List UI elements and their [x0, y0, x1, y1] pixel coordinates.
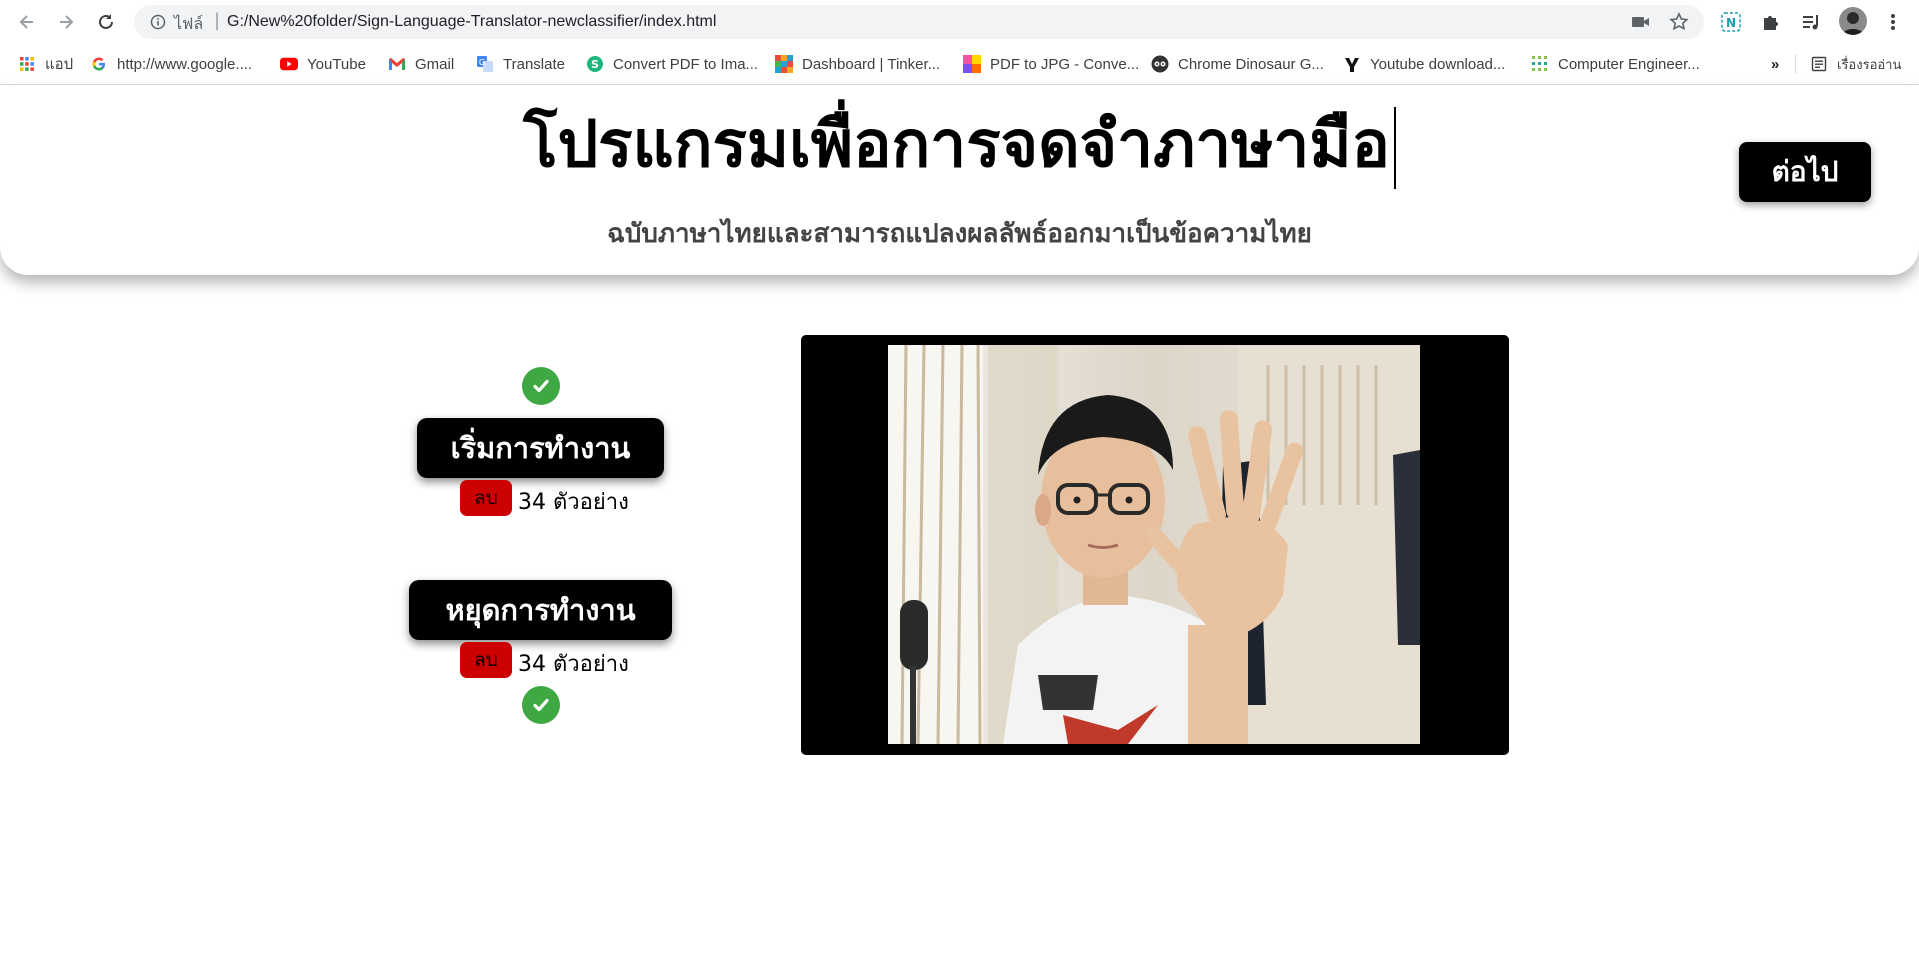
page-subtitle: ฉบับภาษาไทยและสามารถแปลงผลลัพธ์ออกมาเป็น…	[607, 219, 1312, 249]
svg-text:N: N	[1726, 16, 1736, 30]
forward-button[interactable]	[51, 8, 81, 36]
page-title-text: โปรแกรมเพื่อการจดจำภาษามือ	[523, 108, 1390, 182]
arrow-right-icon	[60, 15, 74, 29]
info-icon[interactable]	[150, 14, 166, 34]
svg-text:S: S	[591, 58, 599, 71]
reload-icon	[99, 14, 113, 29]
extension-n-icon[interactable]: N	[1718, 9, 1744, 35]
address-bar[interactable]: ไฟล์ | G:/New%20folder/Sign-Language-Tra…	[134, 5, 1704, 39]
url-scheme-label: ไฟล์	[174, 14, 204, 33]
google-icon	[90, 55, 108, 73]
bookmarks-bar: แอป http://www.google.... YouTube Gmail …	[0, 44, 1919, 85]
menu-kebab-icon[interactable]	[1880, 9, 1906, 35]
stop-button[interactable]: หยุดการทำงาน	[409, 580, 672, 640]
reload-button[interactable]	[91, 8, 121, 36]
gmail-icon	[388, 55, 406, 73]
reading-list-label: เรื่องรออ่าน	[1837, 56, 1902, 72]
apps-grid-icon	[18, 55, 36, 73]
bookmark-label: YouTube	[307, 55, 366, 73]
text-caret	[1393, 107, 1396, 190]
bookmark-label: Gmail	[415, 55, 455, 73]
bookmark-pdf-to-jpg[interactable]: PDF to JPG - Conve...	[963, 52, 1139, 76]
page-header: โปรแกรมเพื่อการจดจำภาษามือ ฉบับภาษาไทยแล…	[0, 85, 1919, 275]
bookmark-youtube-download[interactable]: Youtube download...	[1343, 52, 1505, 76]
back-button[interactable]	[12, 8, 42, 36]
bookmark-computer-engineer[interactable]: Computer Engineer...	[1531, 52, 1700, 76]
pdf-to-jpg-icon	[963, 55, 981, 73]
bookmark-convert-pdf[interactable]: S Convert PDF to Ima...	[586, 52, 758, 76]
bookmark-label: Convert PDF to Ima...	[613, 55, 759, 73]
bookmark-label: PDF to JPG - Conve...	[990, 55, 1140, 73]
stop-sample-count: 34 ตัวอย่าง	[518, 652, 629, 677]
url-separator: |	[214, 10, 221, 31]
puzzle-icon[interactable]	[1758, 9, 1784, 35]
reading-list-icon	[1810, 55, 1828, 73]
tinkercad-icon	[775, 55, 793, 73]
convert-pdf-icon: S	[586, 55, 604, 73]
bookmark-label: http://www.google....	[117, 55, 253, 73]
bookmark-gmail[interactable]: Gmail	[388, 52, 454, 76]
bookmark-dinosaur[interactable]: Chrome Dinosaur G...	[1151, 52, 1324, 76]
svg-text:G: G	[479, 58, 485, 67]
bookmarks-divider	[1795, 54, 1796, 74]
browser-toolbar: ไฟล์ | G:/New%20folder/Sign-Language-Tra…	[0, 0, 1919, 44]
bookmark-translate[interactable]: G Translate	[476, 52, 565, 76]
start-button[interactable]: เริ่มการทำงาน	[417, 418, 664, 478]
bookmarks-overflow-button[interactable]: »	[1771, 52, 1779, 76]
translate-icon: G	[476, 55, 494, 73]
stop-check-icon	[522, 686, 560, 724]
bookmark-apps[interactable]: แอป	[18, 52, 73, 76]
bookmark-youtube[interactable]: YouTube	[280, 52, 366, 76]
arrow-left-icon	[19, 15, 33, 29]
webcam-video-feed	[888, 345, 1420, 744]
start-delete-button[interactable]: ลบ	[460, 480, 512, 516]
bookmark-star-icon[interactable]	[1669, 12, 1689, 36]
youtube-download-icon	[1343, 55, 1361, 73]
url-text[interactable]: G:/New%20folder/Sign-Language-Translator…	[227, 13, 716, 31]
youtube-icon	[280, 55, 298, 73]
bookmark-label: Chrome Dinosaur G...	[1178, 55, 1324, 73]
video-container	[801, 335, 1509, 755]
profile-avatar[interactable]	[1839, 7, 1867, 35]
bookmark-label: Translate	[503, 55, 565, 73]
bookmark-label: Youtube download...	[1370, 55, 1506, 73]
bookmark-label: Dashboard | Tinker...	[802, 55, 941, 73]
computer-engineer-icon	[1531, 55, 1549, 73]
bookmark-tinkercad[interactable]: Dashboard | Tinker...	[775, 52, 940, 76]
next-button[interactable]: ต่อไป	[1739, 142, 1871, 202]
media-control-icon[interactable]	[1798, 9, 1824, 35]
start-check-icon	[522, 367, 560, 405]
camera-icon[interactable]	[1631, 13, 1651, 35]
reading-list-button[interactable]: เรื่องรออ่าน	[1810, 52, 1901, 76]
stop-delete-button[interactable]: ลบ	[460, 642, 512, 678]
dinosaur-icon	[1151, 55, 1169, 73]
bookmark-label: แอป	[45, 56, 74, 73]
page-title: โปรแกรมเพื่อการจดจำภาษามือ	[0, 105, 1919, 190]
start-sample-count: 34 ตัวอย่าง	[518, 490, 629, 515]
bookmark-google[interactable]: http://www.google....	[90, 52, 252, 76]
bookmark-label: Computer Engineer...	[1558, 55, 1700, 73]
